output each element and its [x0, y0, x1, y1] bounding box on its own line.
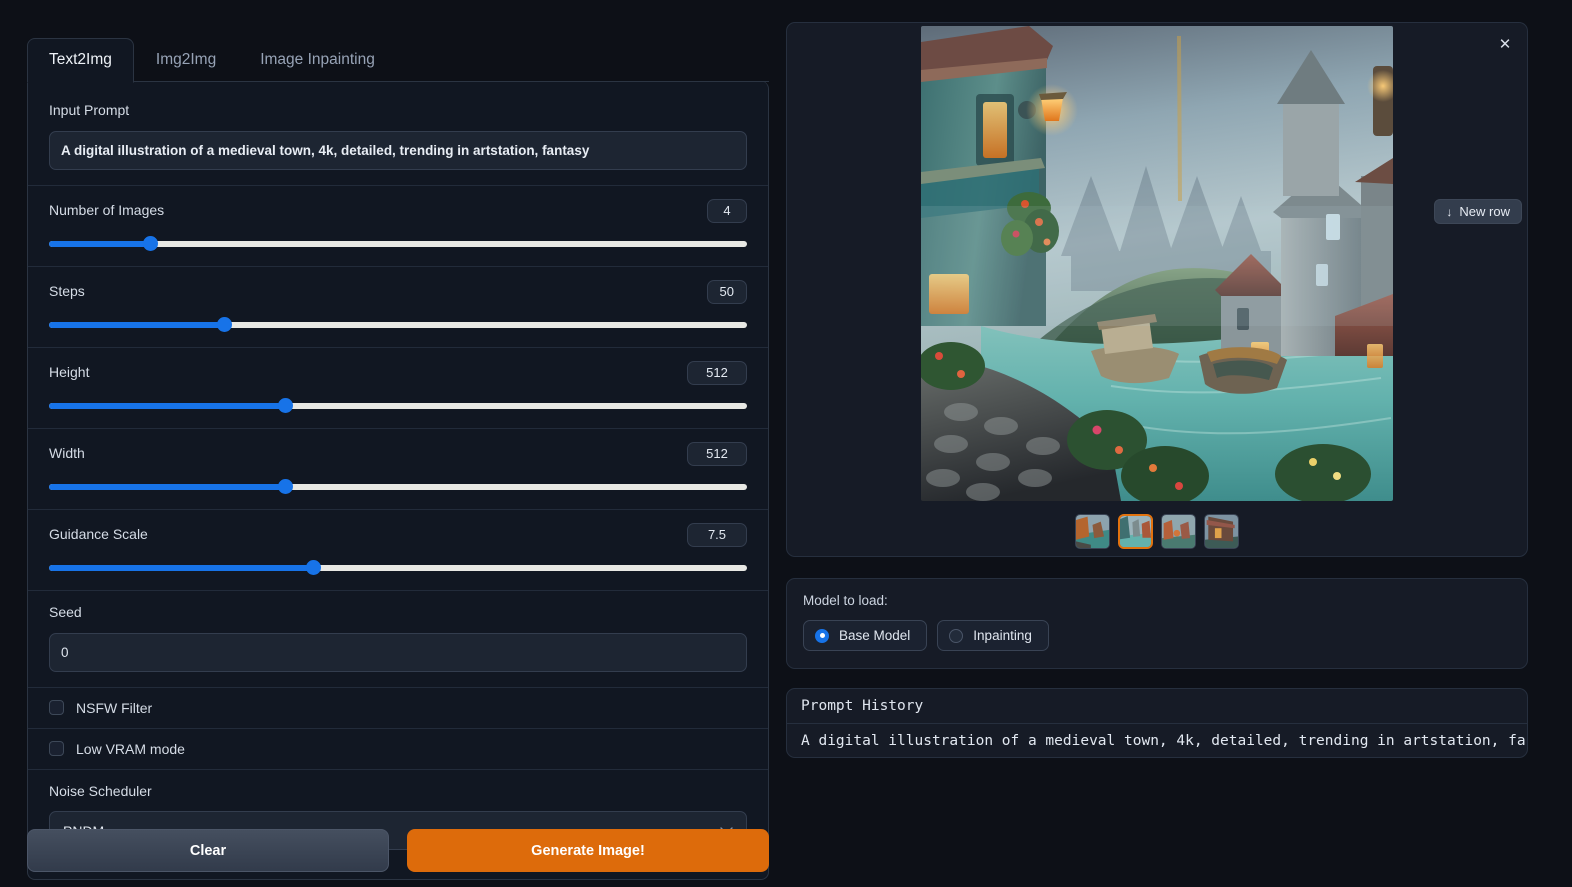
input-prompt-field[interactable]: A digital illustration of a medieval tow… — [49, 130, 747, 170]
nsfw-filter-label: NSFW Filter — [76, 699, 153, 716]
slider-knob[interactable] — [278, 478, 294, 494]
slider-knob[interactable] — [306, 559, 322, 575]
clear-button-label: Clear — [189, 842, 227, 859]
form-panel: Input Prompt A digital illustration of a… — [27, 81, 769, 881]
low-vram-mode-checkbox[interactable] — [49, 741, 64, 757]
arrow-down-icon: ↓ — [1446, 204, 1453, 219]
prompt-history-header: Prompt History — [787, 689, 1527, 724]
thumbnail-strip — [787, 514, 1527, 549]
slider-fill — [49, 321, 225, 328]
width-block: Width 512 — [28, 429, 768, 510]
radio-inpainting-dot — [949, 628, 964, 643]
slider-fill — [49, 483, 286, 490]
steps-slider[interactable] — [49, 316, 747, 332]
radio-inpainting[interactable]: Inpainting — [937, 620, 1049, 651]
width-slider[interactable] — [49, 478, 747, 494]
close-icon[interactable]: ✕ — [1496, 35, 1514, 53]
thumbnail-3[interactable] — [1161, 514, 1196, 549]
number-of-images-value[interactable]: 4 — [707, 198, 747, 223]
tab-image-inpainting-label: Image Inpainting — [260, 50, 375, 68]
clear-button[interactable]: Clear — [27, 829, 389, 872]
thumbnail-4[interactable] — [1204, 514, 1239, 549]
output-column: ✕ Model to load: Base Model Inpainting P… — [786, 22, 1528, 758]
slider-knob[interactable] — [217, 316, 233, 332]
number-of-images-block: Number of Images 4 — [28, 186, 768, 267]
input-prompt-label: Input Prompt — [49, 102, 130, 118]
seed-label: Seed — [49, 603, 82, 620]
height-slider[interactable] — [49, 397, 747, 413]
number-of-images-slider[interactable] — [49, 235, 747, 251]
input-prompt-block: Input Prompt A digital illustration of a… — [28, 89, 768, 186]
slider-fill — [49, 402, 286, 409]
thumbnail-1[interactable] — [1075, 514, 1110, 549]
tab-img2img-label: Img2Img — [155, 50, 217, 68]
steps-value[interactable]: 50 — [706, 279, 747, 304]
guidance-scale-value[interactable]: 7.5 — [687, 522, 747, 547]
height-block: Height 512 — [28, 348, 768, 429]
new-row-button[interactable]: ↓ New row — [1434, 199, 1522, 224]
steps-label: Steps — [49, 283, 85, 300]
radio-base-model-dot — [815, 628, 829, 643]
seed-block: Seed 0 — [28, 591, 768, 688]
height-label: Height — [49, 364, 90, 381]
tab-img2img[interactable]: Img2Img — [134, 38, 238, 82]
guidance-scale-label: Guidance Scale — [49, 526, 148, 543]
text2img-form-column: Text2Img Img2Img Image Inpainting Input … — [27, 37, 769, 881]
tab-bar: Text2Img Img2Img Image Inpainting — [27, 37, 769, 83]
low-vram-mode-label: Low VRAM mode — [76, 740, 185, 757]
slider-fill — [49, 564, 314, 571]
slider-knob[interactable] — [142, 235, 158, 251]
radio-base-model-label: Base Model — [839, 628, 911, 643]
slider-fill — [49, 240, 151, 247]
model-radio-group: Base Model Inpainting — [803, 620, 1511, 651]
model-to-load-panel: Model to load: Base Model Inpainting — [786, 578, 1528, 669]
action-button-row: Clear Generate Image! — [27, 829, 769, 872]
nsfw-filter-checkbox-row[interactable]: NSFW Filter — [28, 688, 768, 729]
low-vram-mode-checkbox-row[interactable]: Low VRAM mode — [28, 729, 768, 770]
thumbnail-2[interactable] — [1118, 514, 1153, 549]
generate-image-button[interactable]: Generate Image! — [407, 829, 769, 872]
number-of-images-label: Number of Images — [49, 202, 165, 219]
tab-text2img-label: Text2Img — [49, 50, 112, 68]
tab-text2img[interactable]: Text2Img — [27, 37, 134, 83]
generated-image-preview[interactable] — [921, 26, 1393, 501]
steps-block: Steps 50 — [28, 267, 768, 348]
new-row-button-label: New row — [1459, 204, 1510, 219]
image-output-panel: ✕ — [786, 22, 1528, 557]
tab-image-inpainting[interactable]: Image Inpainting — [238, 38, 397, 82]
seed-field[interactable]: 0 — [49, 632, 747, 672]
width-label: Width — [49, 445, 85, 462]
height-value[interactable]: 512 — [687, 360, 747, 385]
guidance-scale-block: Guidance Scale 7.5 — [28, 510, 768, 591]
radio-inpainting-label: Inpainting — [973, 628, 1032, 643]
radio-base-model[interactable]: Base Model — [803, 620, 928, 651]
slider-knob[interactable] — [278, 397, 294, 413]
nsfw-filter-checkbox[interactable] — [49, 700, 64, 716]
noise-scheduler-label: Noise Scheduler — [49, 782, 152, 799]
generate-image-button-label: Generate Image! — [531, 842, 645, 859]
prompt-history-row[interactable]: A digital illustration of a medieval tow… — [787, 724, 1527, 757]
width-value[interactable]: 512 — [687, 441, 747, 466]
model-to-load-label: Model to load: — [803, 593, 888, 608]
prompt-history-panel: Prompt History A digital illustration of… — [786, 688, 1528, 758]
guidance-scale-slider[interactable] — [49, 559, 747, 575]
